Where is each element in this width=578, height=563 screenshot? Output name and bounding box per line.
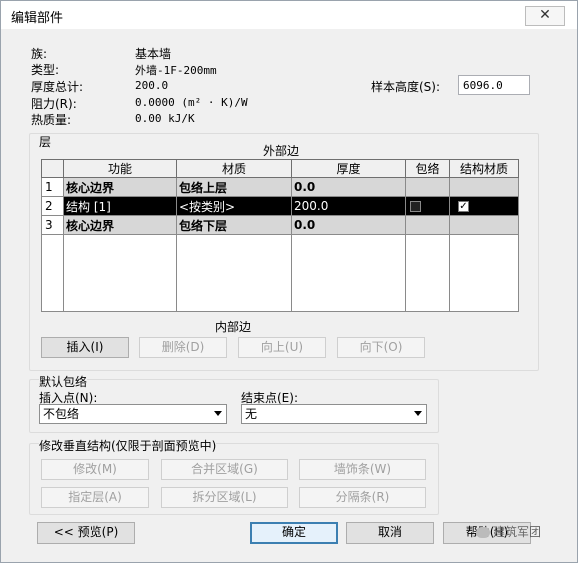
col-header-function[interactable]: 功能 bbox=[63, 159, 177, 178]
assign-layers-button[interactable]: 指定层(A) bbox=[41, 487, 149, 508]
cell-material[interactable]: 包络下层 bbox=[176, 215, 292, 235]
cell-structural-material: ✓ bbox=[449, 196, 519, 216]
cell-wraps bbox=[405, 177, 450, 197]
cell-material[interactable]: <按类别> bbox=[176, 196, 292, 216]
cell-thickness[interactable]: 200.0 bbox=[291, 196, 406, 216]
layers-table: 功能 材质 厚度 包络 结构材质 1 核心边界 包络上层 0.0 2 结构 [1… bbox=[41, 159, 519, 312]
family-value: 基本墙 bbox=[135, 47, 172, 61]
chevron-down-icon bbox=[414, 411, 422, 416]
cell-structural-material bbox=[449, 177, 519, 197]
close-button[interactable]: ✕ bbox=[525, 6, 565, 26]
reveals-button[interactable]: 分隔条(R) bbox=[299, 487, 426, 508]
table-row[interactable]: 3 核心边界 包络下层 0.0 bbox=[41, 215, 519, 235]
table-row[interactable]: 2 结构 [1] <按类别> 200.0 ✓ bbox=[41, 196, 519, 216]
ok-button[interactable]: 确定 bbox=[250, 522, 338, 544]
row-number: 2 bbox=[41, 196, 64, 216]
preview-button[interactable]: << 预览(P) bbox=[37, 522, 135, 544]
col-header-wraps[interactable]: 包络 bbox=[405, 159, 450, 178]
cell-material[interactable]: 包络上层 bbox=[176, 177, 292, 197]
default-wrapping-label: 默认包络 bbox=[39, 373, 88, 390]
cell-wraps bbox=[405, 215, 450, 235]
thermal-mass-value: 0.00 kJ/K bbox=[135, 112, 195, 125]
table-row[interactable]: 1 核心边界 包络上层 0.0 bbox=[41, 177, 519, 197]
chevron-down-icon bbox=[214, 411, 222, 416]
wraps-checkbox[interactable] bbox=[410, 201, 421, 212]
layers-group-label: 层 bbox=[39, 135, 52, 149]
modify-button[interactable]: 修改(M) bbox=[41, 459, 149, 480]
sweeps-button[interactable]: 墙饰条(W) bbox=[299, 459, 426, 480]
col-header-structural-material[interactable]: 结构材质 bbox=[449, 159, 519, 178]
watermark-text: 建筑军团 bbox=[493, 525, 542, 539]
col-header-num bbox=[41, 159, 64, 178]
resistance-label: 阻力(R): bbox=[31, 97, 77, 111]
title-bar: 编辑部件 ✕ bbox=[1, 1, 577, 29]
type-label: 类型: bbox=[31, 63, 60, 77]
thermal-mass-label: 热质量: bbox=[31, 113, 72, 127]
exterior-side-label: 外部边 bbox=[263, 144, 300, 158]
resistance-value: 0.0000 (m² · K)/W bbox=[135, 96, 248, 109]
col-header-thickness[interactable]: 厚度 bbox=[291, 159, 406, 178]
table-empty-area bbox=[41, 234, 519, 312]
delete-button[interactable]: 删除(D) bbox=[139, 337, 227, 358]
cell-function[interactable]: 核心边界 bbox=[63, 177, 177, 197]
cell-function[interactable]: 核心边界 bbox=[63, 215, 177, 235]
watermark: 建筑军团 bbox=[476, 523, 541, 540]
window-title: 编辑部件 bbox=[11, 11, 64, 26]
family-label: 族: bbox=[31, 47, 48, 61]
end-point-select[interactable]: 无 bbox=[241, 404, 427, 424]
cell-thickness[interactable]: 0.0 bbox=[291, 215, 406, 235]
move-up-button[interactable]: 向上(U) bbox=[238, 337, 326, 358]
end-point-value: 无 bbox=[245, 407, 258, 421]
cancel-button[interactable]: 取消 bbox=[346, 522, 434, 544]
split-region-button[interactable]: 拆分区域(L) bbox=[161, 487, 288, 508]
cell-structural-material bbox=[449, 215, 519, 235]
insert-point-value: 不包络 bbox=[43, 407, 80, 421]
close-icon: ✕ bbox=[539, 7, 551, 23]
thickness-value: 200.0 bbox=[135, 79, 169, 92]
cell-wraps bbox=[405, 196, 450, 216]
table-header: 功能 材质 厚度 包络 结构材质 bbox=[41, 159, 519, 178]
edit-assembly-dialog: 编辑部件 ✕ 族: 基本墙 类型: 外墙-1F-200mm 厚度总计: 200.… bbox=[0, 0, 578, 563]
insert-button[interactable]: 插入(I) bbox=[41, 337, 129, 358]
insert-point-select[interactable]: 不包络 bbox=[39, 404, 227, 424]
merge-regions-button[interactable]: 合并区域(G) bbox=[161, 459, 288, 480]
vertical-structure-label: 修改垂直结构(仅限于剖面预览中) bbox=[39, 437, 217, 454]
move-down-button[interactable]: 向下(O) bbox=[337, 337, 425, 358]
structural-material-checkbox[interactable]: ✓ bbox=[458, 201, 469, 212]
row-number: 3 bbox=[41, 215, 64, 235]
cell-thickness[interactable]: 0.0 bbox=[291, 177, 406, 197]
row-number: 1 bbox=[41, 177, 64, 197]
col-header-material[interactable]: 材质 bbox=[176, 159, 292, 178]
interior-side-label: 内部边 bbox=[215, 320, 252, 334]
thickness-label: 厚度总计: bbox=[31, 80, 84, 94]
sample-height-input[interactable]: 6096.0 bbox=[458, 75, 530, 95]
sample-height-label: 样本高度(S): bbox=[371, 80, 441, 94]
cell-function[interactable]: 结构 [1] bbox=[63, 196, 177, 216]
type-value: 外墙-1F-200mm bbox=[135, 64, 217, 77]
wechat-icon bbox=[476, 527, 490, 538]
